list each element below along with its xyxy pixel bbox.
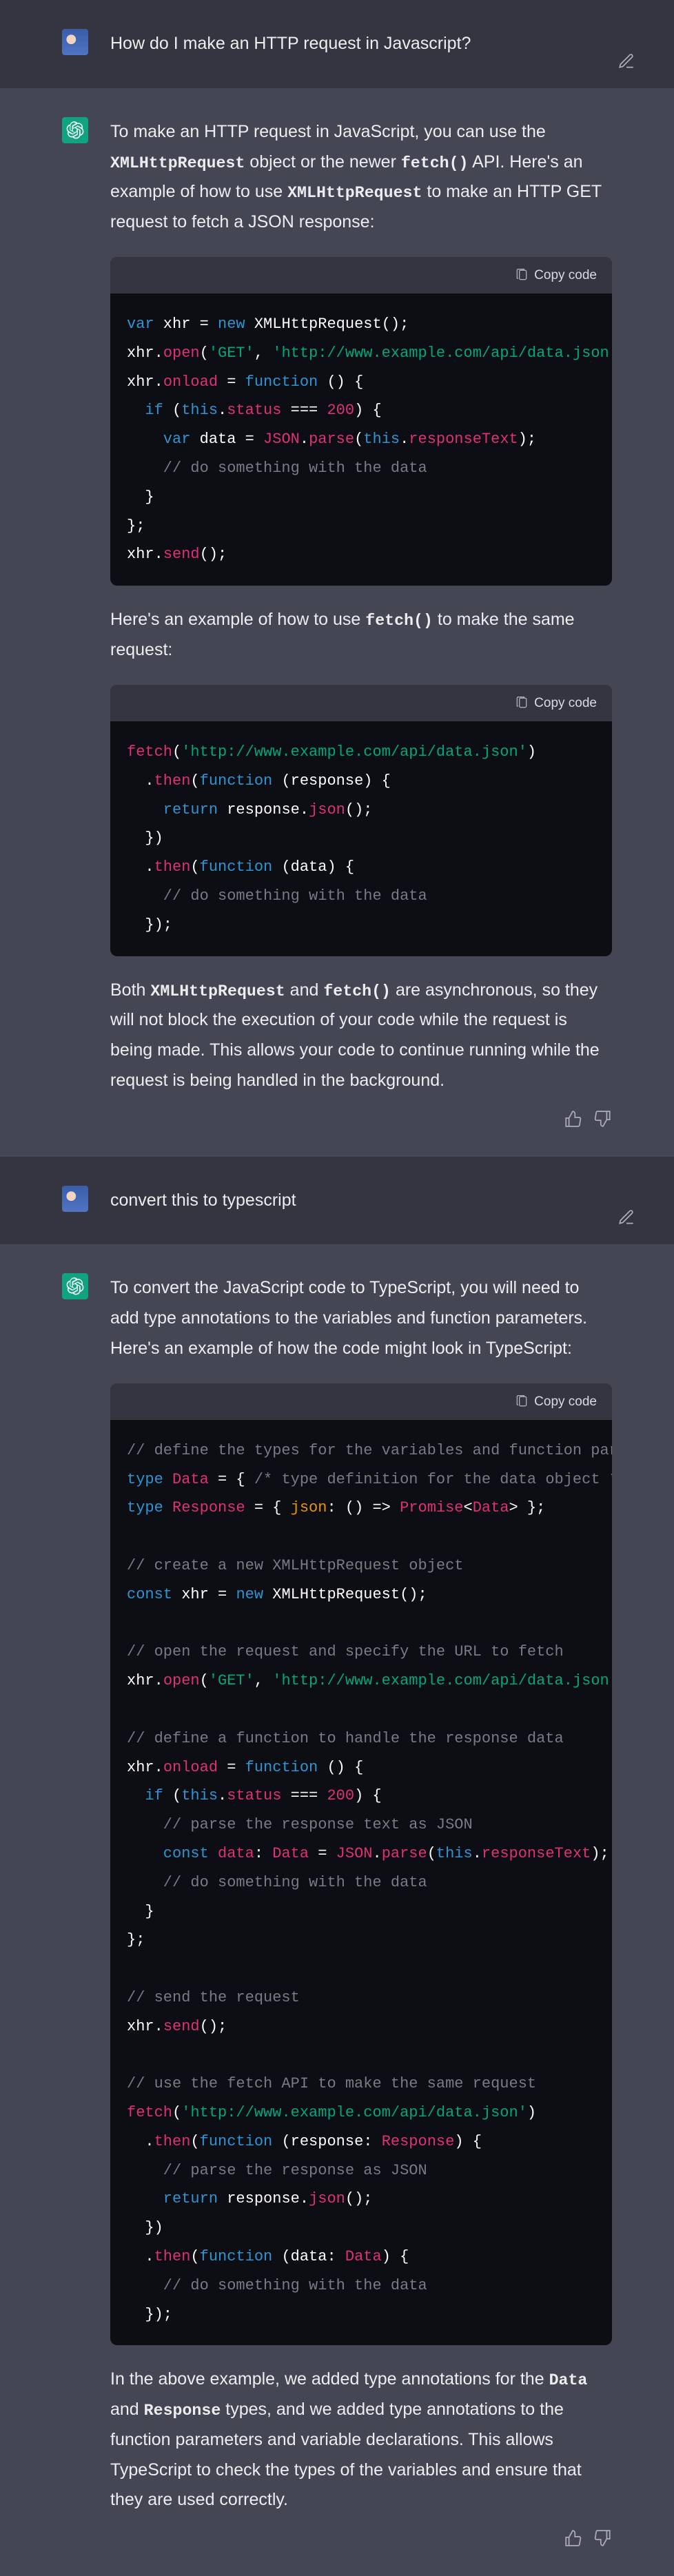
- assistant-paragraph: In the above example, we added type anno…: [110, 2364, 612, 2515]
- code-block: Copy code fetch('http://www.example.com/…: [110, 685, 612, 956]
- inline-code: Response: [144, 2402, 221, 2420]
- user-message: convert this to typescript: [0, 1157, 674, 1245]
- code-block: Copy code var xhr = new XMLHttpRequest()…: [110, 257, 612, 586]
- clipboard-icon[interactable]: [515, 696, 529, 710]
- code-header: Copy code: [110, 685, 612, 721]
- assistant-paragraph: To convert the JavaScript code to TypeSc…: [110, 1273, 612, 1363]
- clipboard-icon[interactable]: [515, 268, 529, 282]
- code-content: fetch('http://www.example.com/api/data.j…: [110, 721, 612, 956]
- copy-code-button[interactable]: Copy code: [534, 692, 597, 714]
- thumbs-down-icon[interactable]: [594, 2529, 612, 2547]
- code-header: Copy code: [110, 257, 612, 293]
- assistant-paragraph: To make an HTTP request in JavaScript, y…: [110, 117, 612, 238]
- thumbs-up-icon[interactable]: [564, 2529, 582, 2547]
- thumbs-up-icon[interactable]: [564, 1110, 582, 1128]
- user-avatar: [62, 1186, 88, 1212]
- message-content: To make an HTTP request in JavaScript, y…: [110, 117, 612, 1128]
- user-text: convert this to typescript: [110, 1186, 612, 1216]
- code-header: Copy code: [110, 1383, 612, 1420]
- clipboard-icon[interactable]: [515, 1394, 529, 1408]
- copy-code-button[interactable]: Copy code: [534, 264, 597, 287]
- assistant-message: To convert the JavaScript code to TypeSc…: [0, 1244, 674, 2576]
- user-avatar: [62, 29, 88, 55]
- message-content: To convert the JavaScript code to TypeSc…: [110, 1273, 612, 2547]
- inline-code: fetch(): [365, 612, 433, 630]
- inline-code: XMLHttpRequest: [287, 184, 422, 202]
- user-text: How do I make an HTTP request in Javascr…: [110, 29, 612, 59]
- assistant-avatar: [62, 117, 88, 143]
- copy-code-button[interactable]: Copy code: [534, 1390, 597, 1413]
- message-content: How do I make an HTTP request in Javascr…: [110, 29, 612, 59]
- edit-icon[interactable]: [617, 1208, 635, 1226]
- thumbs-down-icon[interactable]: [594, 1110, 612, 1128]
- inline-code: XMLHttpRequest: [110, 154, 245, 172]
- feedback-actions: [110, 2529, 612, 2547]
- feedback-actions: [110, 1110, 612, 1128]
- edit-icon[interactable]: [617, 52, 635, 70]
- inline-code: fetch(): [401, 154, 469, 172]
- code-content: var xhr = new XMLHttpRequest(); xhr.open…: [110, 293, 612, 586]
- assistant-avatar: [62, 1273, 88, 1299]
- assistant-paragraph: Here's an example of how to use fetch() …: [110, 605, 612, 666]
- inline-code: fetch(): [323, 982, 391, 1000]
- code-content: // define the types for the variables an…: [110, 1420, 612, 2346]
- user-message: How do I make an HTTP request in Javascr…: [0, 0, 674, 88]
- inline-code: XMLHttpRequest: [150, 982, 285, 1000]
- inline-code: Data: [549, 2371, 588, 2389]
- assistant-paragraph: Both XMLHttpRequest and fetch() are asyn…: [110, 976, 612, 1096]
- code-block: Copy code // define the types for the va…: [110, 1383, 612, 2346]
- message-content: convert this to typescript: [110, 1186, 612, 1216]
- assistant-message: To make an HTTP request in JavaScript, y…: [0, 88, 674, 1157]
